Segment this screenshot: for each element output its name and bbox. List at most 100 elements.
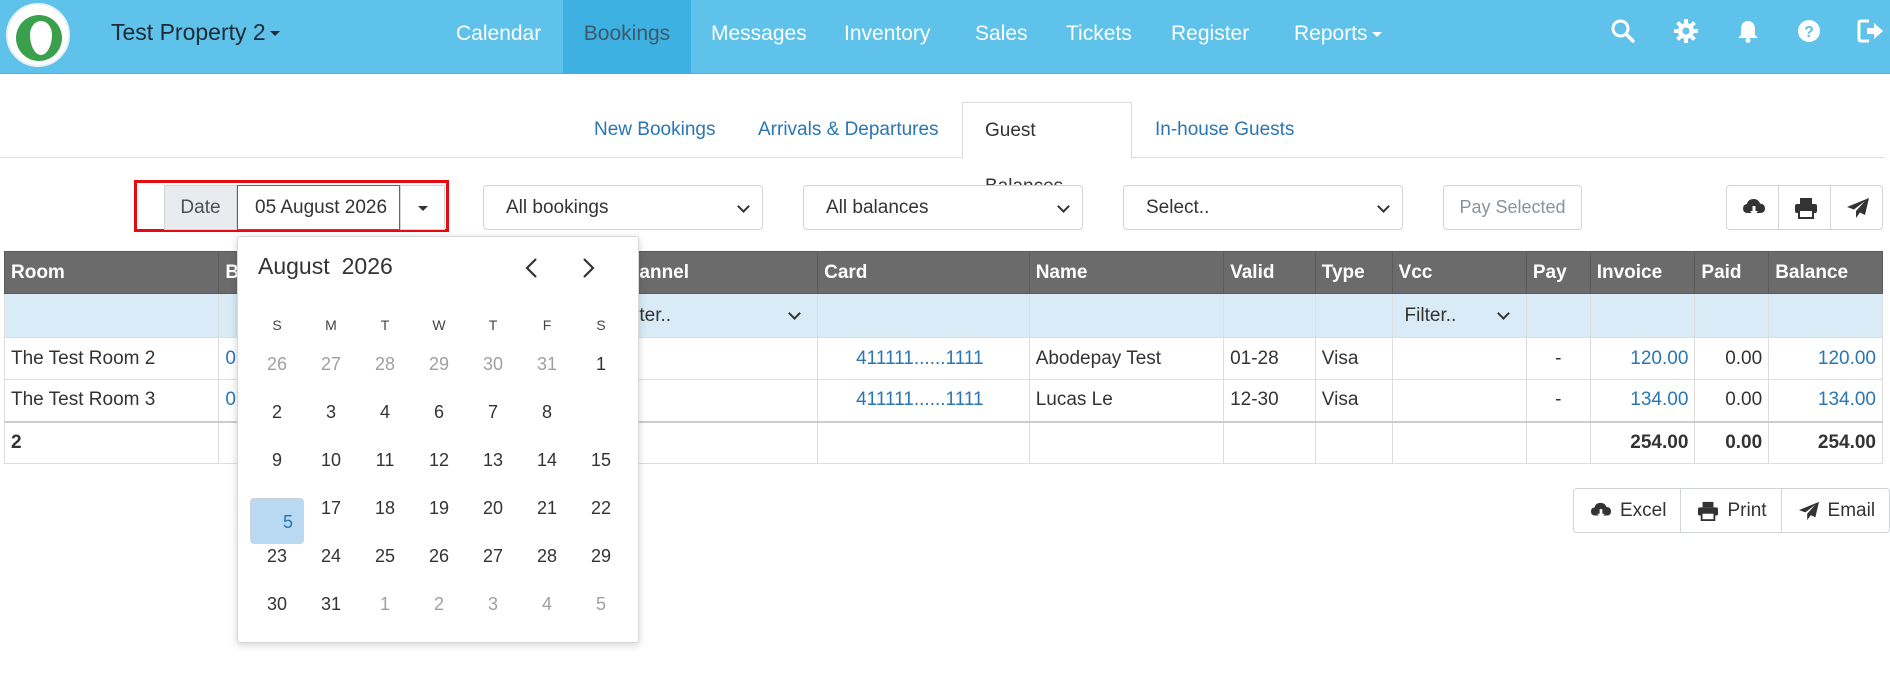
calendar-day[interactable]: 22 — [574, 485, 628, 531]
calendar-day[interactable]: 1 — [358, 581, 412, 627]
calendar-day[interactable]: 6 — [412, 389, 466, 435]
vcc-filter-select[interactable]: Filter.. — [1391, 293, 1527, 338]
calendar-day[interactable]: 26 — [250, 341, 304, 387]
print-icon — [1795, 198, 1817, 219]
calendar-day[interactable]: 5 — [574, 581, 628, 627]
gear-icon[interactable] — [1673, 18, 1703, 48]
calendar-day[interactable]: 7 — [466, 389, 520, 435]
cell-invoice-link[interactable]: 120.00 — [1589, 337, 1696, 380]
print-button[interactable] — [1778, 185, 1831, 230]
tab-in-house-guests[interactable]: In-house Guests — [1133, 102, 1316, 158]
nav-register[interactable]: Register — [1151, 0, 1269, 74]
prev-month-icon[interactable] — [521, 257, 543, 279]
cell-pay[interactable]: - — [1525, 379, 1591, 422]
next-month-icon[interactable] — [577, 257, 599, 279]
calendar-day[interactable]: 1 — [574, 341, 628, 387]
calendar-year[interactable]: 2026 — [342, 253, 393, 279]
calendar-day[interactable]: 3 — [466, 581, 520, 627]
calendar-day[interactable]: 28 — [358, 341, 412, 387]
calendar-day[interactable]: 3 — [304, 389, 358, 435]
calendar-day[interactable]: 2 — [412, 581, 466, 627]
calendar-day[interactable]: 13 — [466, 437, 520, 483]
cell-valid: 12-30 — [1223, 379, 1316, 422]
col-room[interactable]: Room — [3, 251, 220, 294]
bookings-filter-select[interactable]: All bookings — [483, 185, 763, 230]
nav-bookings[interactable]: Bookings — [563, 0, 691, 74]
bell-icon[interactable] — [1735, 18, 1765, 48]
logo[interactable] — [6, 3, 70, 67]
calendar-day[interactable]: 19 — [412, 485, 466, 531]
calendar-day[interactable]: 31 — [304, 581, 358, 627]
search-icon[interactable] — [1610, 18, 1640, 48]
calendar-day[interactable]: 8 — [520, 389, 574, 435]
calendar-day[interactable]: 27 — [466, 533, 520, 579]
calendar-day[interactable]: 18 — [358, 485, 412, 531]
calendar-day[interactable]: 11 — [358, 437, 412, 483]
col-invoice[interactable]: Invoice — [1589, 251, 1696, 294]
send-icon — [1847, 198, 1869, 218]
nav-messages[interactable]: Messages — [691, 0, 827, 74]
calendar-day[interactable]: 4 — [520, 581, 574, 627]
cell-card-link[interactable]: 411111......1111 — [817, 337, 1030, 380]
excel-label: Excel — [1620, 500, 1667, 521]
calendar-day[interactable]: 9 — [250, 437, 304, 483]
logout-icon[interactable] — [1857, 18, 1887, 48]
action-select[interactable]: Select.. — [1123, 185, 1403, 230]
calendar-day[interactable]: 29 — [412, 341, 466, 387]
nav-tickets[interactable]: Tickets — [1046, 0, 1152, 74]
calendar-day[interactable]: 5 — [250, 498, 304, 544]
calendar-day[interactable]: 25 — [358, 533, 412, 579]
tab-arrivals-departures[interactable]: Arrivals & Departures — [736, 102, 961, 158]
col-valid[interactable]: Valid — [1223, 251, 1316, 294]
nav-calendar[interactable]: Calendar — [436, 0, 561, 74]
calendar-day[interactable]: 30 — [466, 341, 520, 387]
excel-download-button[interactable] — [1726, 185, 1779, 230]
cell-balance-link[interactable]: 134.00 — [1768, 379, 1883, 422]
calendar-day[interactable]: 2 — [250, 389, 304, 435]
cell-card-link[interactable]: 411111......1111 — [817, 379, 1030, 422]
col-type[interactable]: Type — [1314, 251, 1393, 294]
calendar-day[interactable]: 21 — [520, 485, 574, 531]
col-vcc[interactable]: Vcc — [1391, 251, 1527, 294]
calendar-day[interactable]: 28 — [520, 533, 574, 579]
col-pay[interactable]: Pay — [1525, 251, 1591, 294]
calendar-day[interactable]: 20 — [466, 485, 520, 531]
chevron-down-icon — [1377, 200, 1390, 213]
balances-filter-select[interactable]: All balances — [803, 185, 1083, 230]
nav-inventory[interactable]: Inventory — [824, 0, 950, 74]
col-balance[interactable]: Balance — [1768, 251, 1883, 294]
nav-reports[interactable]: Reports — [1274, 0, 1402, 74]
cell-pay[interactable]: - — [1525, 337, 1591, 380]
calendar-day[interactable]: 14 — [520, 437, 574, 483]
tab-guest-balances[interactable]: Guest Balances — [962, 102, 1132, 197]
cell-invoice-link[interactable]: 134.00 — [1589, 379, 1696, 422]
calendar-day[interactable]: 31 — [520, 341, 574, 387]
email-text-button[interactable]: Email — [1782, 489, 1890, 532]
col-card[interactable]: Card — [817, 251, 1030, 294]
calendar-day[interactable]: 24 — [304, 533, 358, 579]
property-selector[interactable]: Test Property 2 — [111, 19, 280, 46]
col-name[interactable]: Name — [1028, 251, 1225, 294]
print-text-button[interactable]: Print — [1681, 489, 1782, 532]
date-input[interactable]: 05 August 2026 — [237, 185, 400, 230]
help-icon[interactable]: ? — [1796, 18, 1826, 48]
pay-selected-button[interactable]: Pay Selected — [1443, 185, 1582, 230]
calendar-day[interactable]: 17 — [304, 485, 358, 531]
email-button[interactable] — [1830, 185, 1883, 230]
date-dropdown-button[interactable] — [400, 185, 445, 230]
calendar-day[interactable]: 29 — [574, 533, 628, 579]
calendar-day[interactable]: 27 — [304, 341, 358, 387]
calendar-day[interactable]: 30 — [250, 581, 304, 627]
nav-sales[interactable]: Sales — [955, 0, 1048, 74]
cell-balance-link[interactable]: 120.00 — [1768, 337, 1883, 380]
calendar-day[interactable]: 15 — [574, 437, 628, 483]
tab-new-bookings[interactable]: New Bookings — [572, 102, 737, 158]
calendar-day[interactable]: 26 — [412, 533, 466, 579]
calendar-day[interactable]: 4 — [358, 389, 412, 435]
calendar-month[interactable]: August — [258, 253, 330, 279]
calendar-day[interactable]: 10 — [304, 437, 358, 483]
col-paid[interactable]: Paid — [1694, 251, 1770, 294]
calendar-day[interactable]: 12 — [412, 437, 466, 483]
weekday-label: M — [325, 317, 337, 333]
excel-button[interactable]: Excel — [1574, 489, 1682, 532]
